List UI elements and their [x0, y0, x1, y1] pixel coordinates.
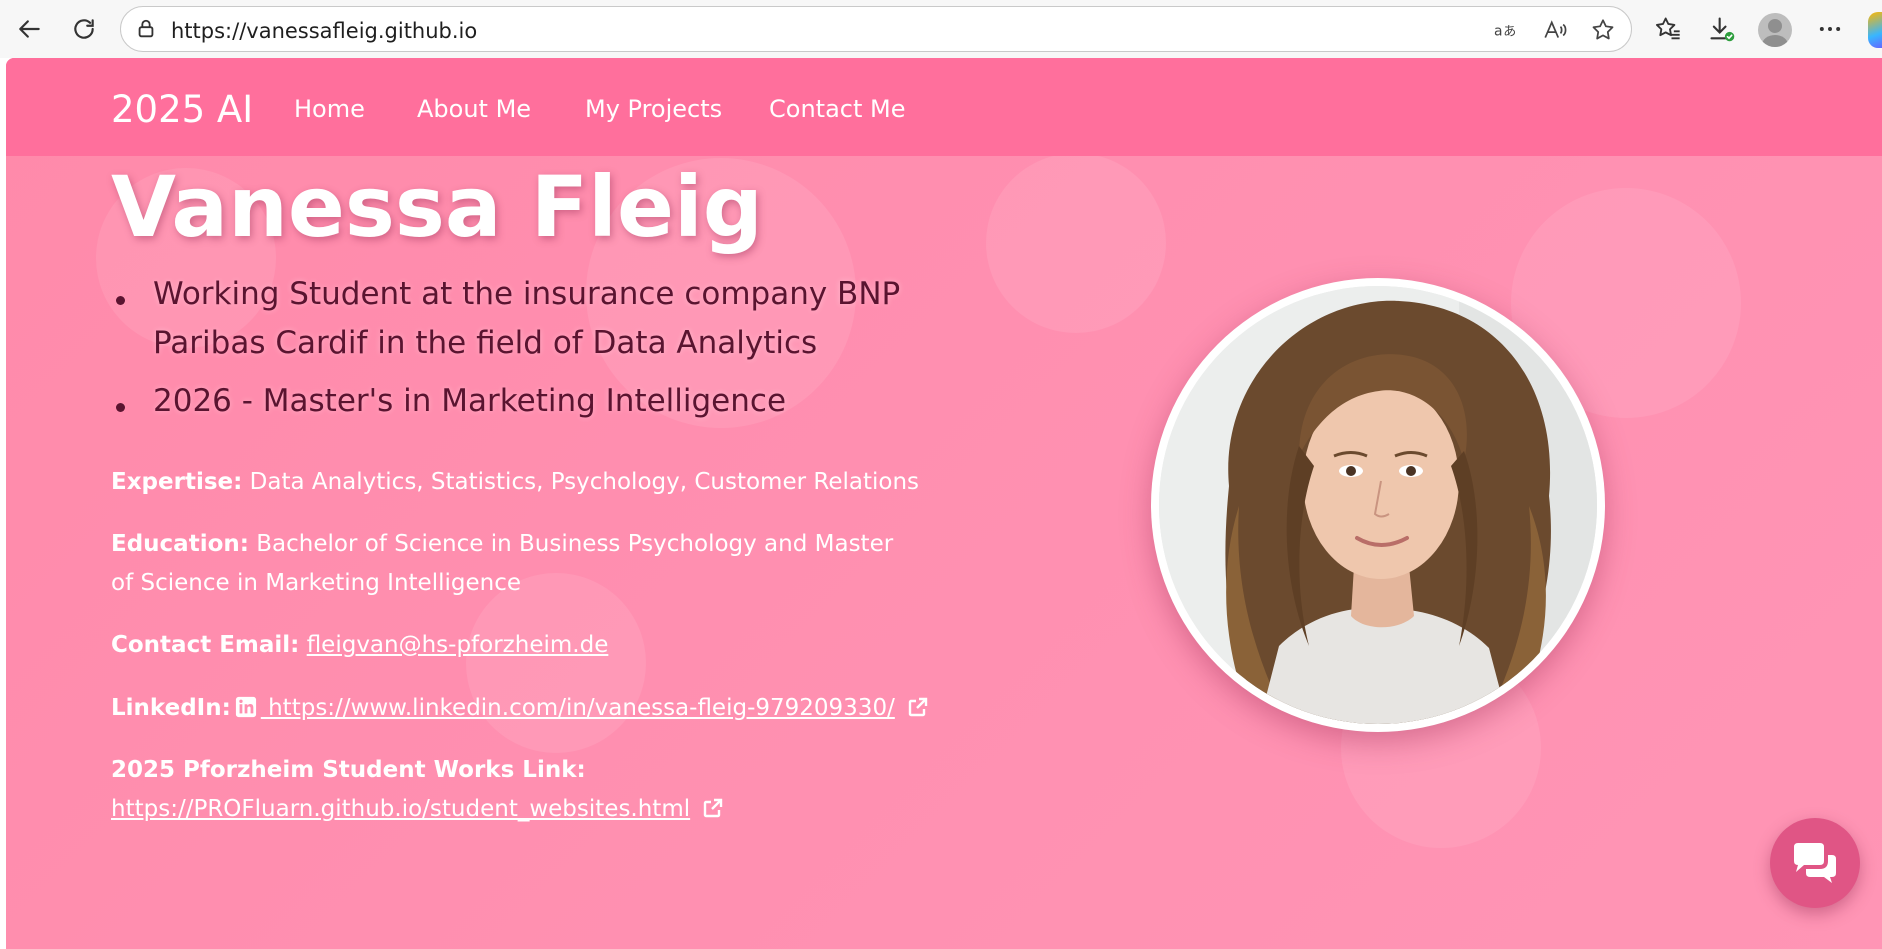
nav-home[interactable]: Home [294, 95, 365, 123]
svg-text:あ: あ [1503, 25, 1516, 40]
student-works-label: 2025 Pforzheim Student Works Link: [111, 757, 586, 783]
email-label: Contact Email: [111, 632, 300, 658]
back-icon[interactable] [12, 11, 48, 47]
chat-button[interactable] [1770, 818, 1860, 908]
email-link[interactable]: fleigvan@hs-pforzheim.de [307, 632, 609, 658]
profile-photo [1159, 286, 1597, 724]
chat-icon [1794, 843, 1836, 883]
education-line: Education: Bachelor of Science in Busine… [111, 525, 911, 603]
expertise-line: Expertise: Data Analytics, Statistics, P… [111, 463, 1011, 502]
education-label: Education: [111, 531, 249, 557]
email-line: Contact Email: fleigvan@hs-pforzheim.de [111, 626, 1011, 665]
nav-about-me[interactable]: About Me [417, 95, 531, 123]
list-item: Working Student at the insurance company… [111, 270, 911, 368]
lock-icon[interactable] [135, 18, 157, 40]
nav-my-projects[interactable]: My Projects [585, 95, 722, 123]
favorite-star-icon[interactable] [1589, 16, 1617, 44]
linkedin-line: LinkedIn: https://www.linkedin.com/in/va… [111, 689, 1011, 728]
url-text[interactable]: https://vanessafleig.github.io [171, 19, 477, 43]
student-works-line: 2025 Pforzheim Student Works Link: https… [111, 751, 1011, 829]
expertise-value: Data Analytics, Statistics, Psychology, … [249, 469, 919, 495]
external-link-icon[interactable] [906, 695, 930, 719]
site-navbar: 2025 AI Home About Me My Projects Contac… [6, 58, 1882, 156]
reload-icon[interactable] [66, 11, 102, 47]
copilot-icon[interactable] [1868, 12, 1882, 48]
svg-text:a: a [1494, 24, 1503, 40]
hero-name: Vanessa Fleig [111, 158, 763, 256]
linkedin-label: LinkedIn: [111, 695, 231, 721]
browser-toolbar: https://vanessafleig.github.io aあ [0, 0, 1882, 58]
favorites-icon[interactable] [1650, 11, 1686, 47]
linkedin-icon [235, 696, 256, 718]
profile-photo-frame [1151, 278, 1605, 732]
student-works-link[interactable]: https://PROFluarn.github.io/student_webs… [111, 796, 690, 822]
nav-contact-me[interactable]: Contact Me [769, 95, 905, 123]
decorative-bubble [986, 153, 1166, 333]
translate-icon[interactable]: aあ [1493, 16, 1521, 44]
read-aloud-icon[interactable] [1541, 16, 1569, 44]
downloads-icon[interactable] [1704, 11, 1740, 47]
address-bar[interactable]: https://vanessafleig.github.io aあ [120, 6, 1632, 52]
list-item: 2026 - Master's in Marketing Intelligenc… [111, 377, 911, 426]
bullet-dot [116, 296, 125, 305]
linkedin-link[interactable]: https://www.linkedin.com/in/vanessa-flei… [261, 695, 895, 721]
bullet-dot [116, 403, 125, 412]
expertise-label: Expertise: [111, 469, 243, 495]
more-icon[interactable] [1812, 11, 1848, 47]
hero-bullet-list: Working Student at the insurance company… [111, 270, 911, 435]
bullet-text: Working Student at the insurance company… [153, 276, 901, 361]
external-link-icon[interactable] [701, 796, 725, 820]
site-brand[interactable]: 2025 AI [111, 88, 253, 131]
profile-icon[interactable] [1758, 13, 1792, 47]
page-viewport: 2025 AI Home About Me My Projects Contac… [6, 58, 1882, 949]
bullet-text: 2026 - Master's in Marketing Intelligenc… [153, 383, 787, 419]
